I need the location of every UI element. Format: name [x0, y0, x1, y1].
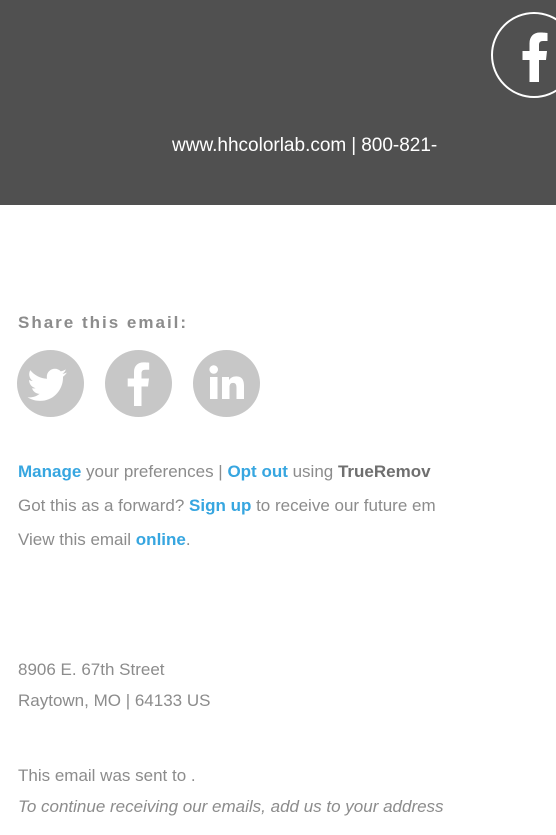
contact-line: www.hhcolorlab.com | 800-821- — [172, 135, 437, 157]
manage-link[interactable]: Manage — [18, 462, 81, 481]
facebook-share-icon[interactable] — [105, 350, 172, 417]
website-link[interactable]: www.hhcolorlab.com — [172, 135, 346, 156]
address-street: 8906 E. 67th Street — [18, 660, 165, 679]
using-text: using — [287, 462, 338, 481]
continue-receiving-text: To continue receiving our emails, add us… — [18, 797, 444, 816]
phone-number[interactable]: 800-821- — [361, 135, 437, 156]
email-links: Manage your preferences | Opt out using … — [18, 462, 556, 564]
sign-up-link[interactable]: Sign up — [189, 496, 251, 515]
footer-notice: This email was sent to . To continue rec… — [18, 760, 444, 822]
twitter-icon[interactable] — [17, 350, 84, 417]
linkedin-icon[interactable] — [193, 350, 260, 417]
facebook-icon[interactable] — [491, 12, 556, 98]
online-link[interactable]: online — [136, 530, 186, 549]
header-band: www.hhcolorlab.com | 800-821- — [0, 0, 556, 205]
view-online-line: View this email online. — [18, 530, 556, 564]
address-city: Raytown, MO | 64133 US — [18, 691, 211, 710]
sent-to-text: This email was sent to . — [18, 766, 196, 785]
mailing-address: 8906 E. 67th Street Raytown, MO | 64133 … — [18, 654, 210, 716]
share-label: Share this email: — [18, 313, 189, 332]
forward-text: Got this as a forward? — [18, 496, 190, 515]
trueremove-label: TrueRemov — [337, 462, 431, 481]
contact-separator: | — [351, 135, 357, 156]
view-email-text: View this email — [18, 530, 136, 549]
preferences-text: your preferences | — [81, 462, 228, 481]
future-emails-text: to receive our future em — [251, 496, 436, 515]
preferences-line: Manage your preferences | Opt out using … — [18, 462, 556, 496]
opt-out-link[interactable]: Opt out — [227, 462, 287, 481]
forward-line: Got this as a forward? Sign up to receiv… — [18, 496, 556, 530]
period-text: . — [185, 530, 191, 549]
